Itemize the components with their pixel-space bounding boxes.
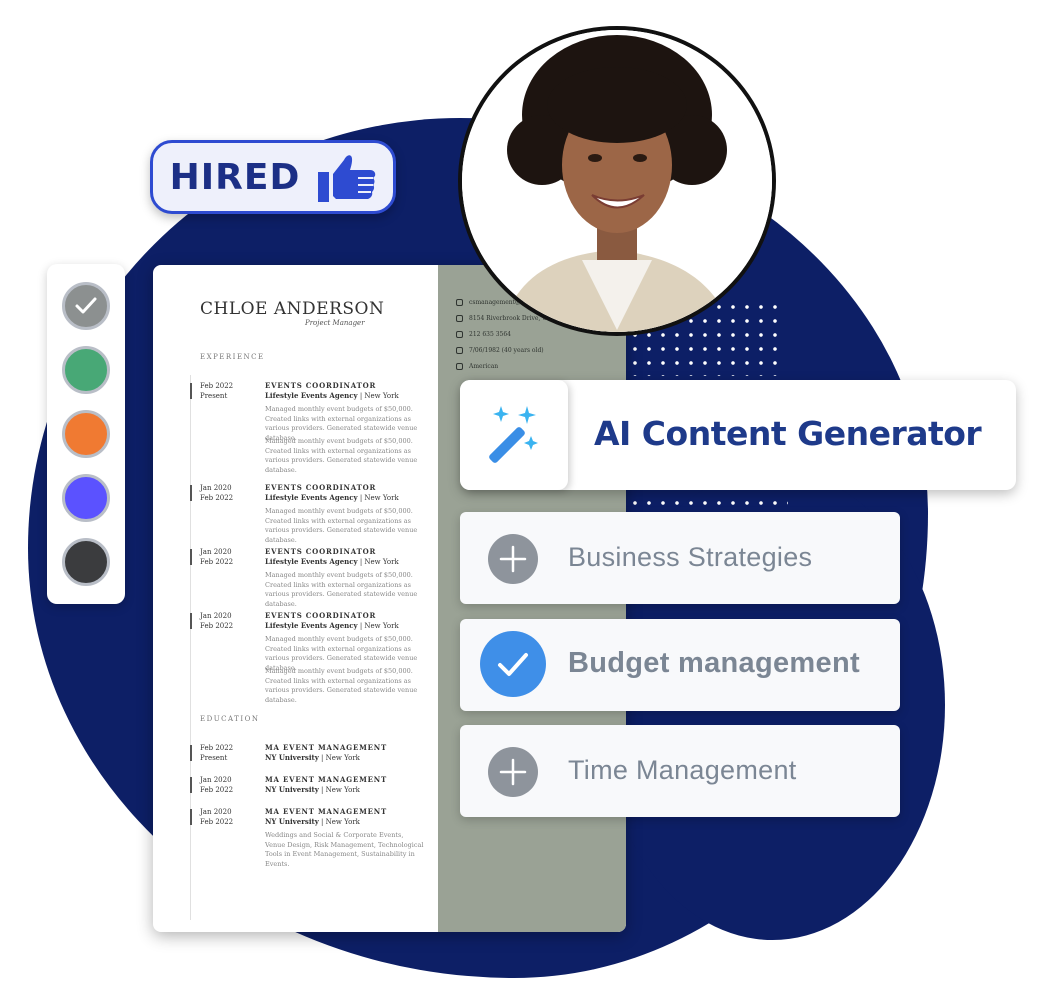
contact-item: 8154 Riverbrook Drive, US [456, 315, 551, 322]
experience-heading: EXPERIENCE [200, 353, 265, 361]
entry-org: Lifestyle Events Agency [265, 621, 358, 630]
contact-text: csmanagement@ [469, 299, 522, 306]
timeline-marker [190, 383, 192, 399]
entry-bullet: Managed monthly event budgets of $50,000… [265, 571, 418, 608]
contact-item: 212 635 3564 [456, 331, 511, 338]
color-swatch-green[interactable] [62, 346, 110, 394]
calendar-icon [456, 347, 463, 354]
entry-dates: Jan 2020 Feb 2022 [200, 808, 234, 826]
contact-item: 7/06/1982 (40 years old) [456, 347, 544, 354]
entry-company: NY University | New York [265, 785, 360, 794]
entry-dates: Feb 2022 Present [200, 744, 234, 762]
option-business-strategies[interactable]: Business Strategies [460, 512, 900, 604]
option-budget-management[interactable]: Budget management [460, 619, 900, 711]
entry-org: NY University [265, 817, 319, 826]
timeline-marker [190, 485, 192, 501]
entry-title: EVENTS COORDINATOR [265, 483, 377, 492]
entry-location: | New York [357, 494, 399, 502]
education-heading: EDUCATION [200, 715, 260, 723]
option-time-management[interactable]: Time Management [460, 725, 900, 817]
timeline-marker [190, 809, 192, 825]
entry-title: EVENTS COORDINATOR [265, 611, 377, 620]
color-swatch-orange[interactable] [62, 410, 110, 458]
check-icon [75, 297, 97, 314]
entry-title: EVENTS COORDINATOR [265, 547, 377, 556]
entry-bullet: Managed monthly event budgets of $50,000… [265, 437, 418, 474]
ai-icon-box [460, 380, 568, 490]
entry-dates: Jan 2020 Feb 2022 [200, 612, 234, 630]
timeline-marker [190, 777, 192, 793]
home-icon [456, 315, 463, 322]
entry-org: Lifestyle Events Agency [265, 493, 358, 502]
entry-bullet: Managed monthly event budgets of $50,000… [265, 667, 418, 704]
entry-location: | New York [318, 786, 360, 794]
entry-dates: Jan 2020 Feb 2022 [200, 776, 234, 794]
person-illustration [462, 30, 772, 332]
plus-icon[interactable] [488, 534, 538, 584]
option-label: Budget management [568, 647, 860, 679]
contact-text: American [469, 363, 499, 370]
ai-content-generator-card[interactable]: AI Content Generator [460, 380, 1016, 490]
entry-location: | New York [357, 622, 399, 630]
entry-org: Lifestyle Events Agency [265, 557, 358, 566]
profile-photo [458, 26, 776, 336]
entry-company: NY University | New York [265, 817, 360, 826]
entry-bullet: Weddings and Social & Corporate Events, … [265, 831, 424, 868]
entry-org: NY University [265, 785, 319, 794]
ai-card-title: AI Content Generator [594, 414, 982, 453]
entry-title: MA EVENT MANAGEMENT [265, 807, 387, 816]
hired-badge: HIRED [150, 140, 396, 214]
contact-text: 7/06/1982 (40 years old) [469, 347, 544, 354]
entry-dates: Jan 2020 Feb 2022 [200, 548, 234, 566]
plus-icon[interactable] [488, 747, 538, 797]
entry-dates: Jan 2020 Feb 2022 [200, 484, 234, 502]
color-swatch-purple[interactable] [62, 474, 110, 522]
entry-location: | New York [318, 754, 360, 762]
timeline-marker [190, 745, 192, 761]
entry-title: EVENTS COORDINATOR [265, 381, 377, 390]
timeline-line [190, 375, 191, 920]
entry-title: MA EVENT MANAGEMENT [265, 775, 387, 784]
resume-role: Project Manager [305, 319, 365, 327]
entry-company: Lifestyle Events Agency | New York [265, 557, 399, 566]
thumbs-up-icon [318, 155, 376, 202]
entry-title: MA EVENT MANAGEMENT [265, 743, 387, 752]
timeline-marker [190, 613, 192, 629]
contact-item: csmanagement@ [456, 299, 521, 306]
contact-text: 212 635 3564 [469, 331, 511, 338]
entry-org: NY University [265, 753, 319, 762]
hired-label: HIRED [169, 156, 301, 198]
option-label: Business Strategies [568, 542, 813, 572]
entry-location: | New York [318, 818, 360, 826]
entry-location: | New York [357, 392, 399, 400]
timeline-marker [190, 549, 192, 565]
phone-icon [456, 331, 463, 338]
entry-company: Lifestyle Events Agency | New York [265, 391, 399, 400]
check-icon[interactable] [480, 631, 546, 697]
entry-dates: Feb 2022 Present [200, 382, 234, 400]
magic-wand-icon [489, 406, 538, 463]
globe-icon [456, 363, 463, 370]
color-swatch-black[interactable] [62, 538, 110, 586]
color-palette [47, 264, 125, 604]
entry-org: Lifestyle Events Agency [265, 391, 358, 400]
contact-item: American [456, 363, 498, 370]
mail-icon [456, 299, 463, 306]
entry-company: NY University | New York [265, 753, 360, 762]
option-label: Time Management [568, 755, 797, 785]
entry-company: Lifestyle Events Agency | New York [265, 621, 399, 630]
resume-name: CHLOE ANDERSON [200, 299, 385, 319]
entry-company: Lifestyle Events Agency | New York [265, 493, 399, 502]
entry-location: | New York [357, 558, 399, 566]
resume-main: CHLOE ANDERSON Project Manager EXPERIENC… [153, 265, 438, 932]
entry-bullet: Managed monthly event budgets of $50,000… [265, 507, 418, 544]
color-swatch-gray[interactable] [62, 282, 110, 330]
